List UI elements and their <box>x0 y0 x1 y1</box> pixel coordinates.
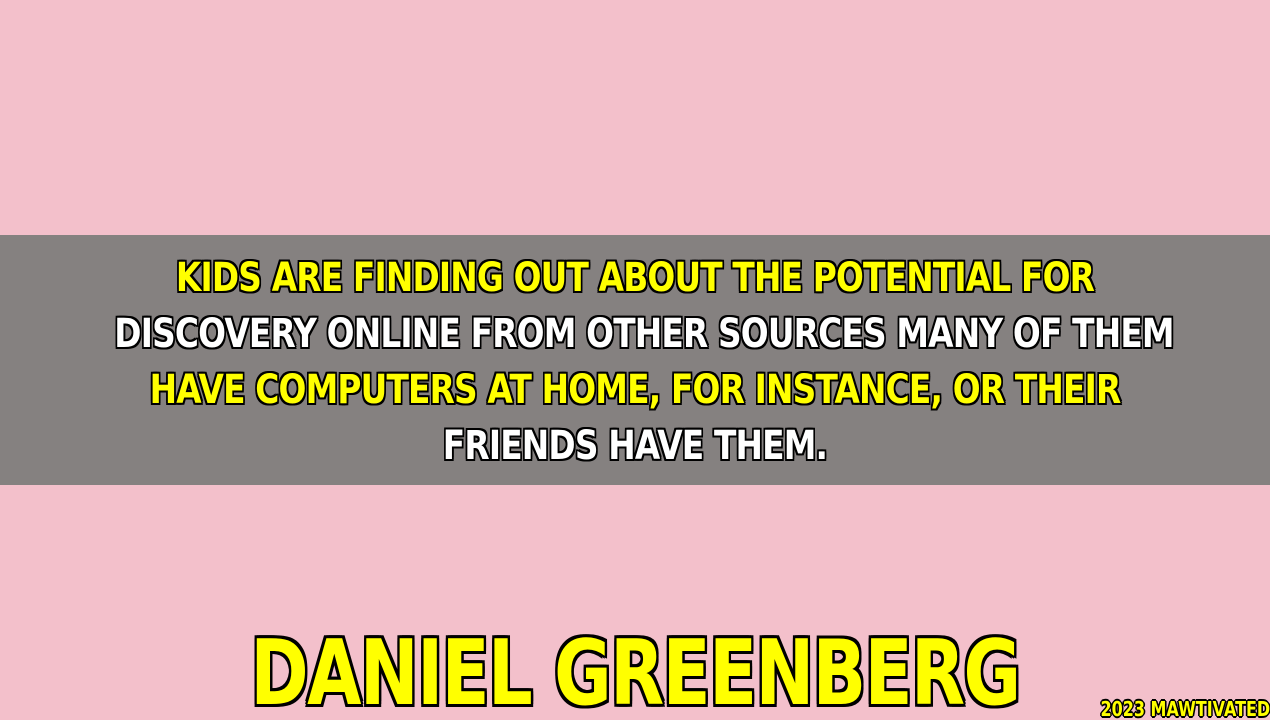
quote-line-2: DISCOVERY ONLINE FROM OTHER SOURCES MANY… <box>113 310 1175 358</box>
quote-card: KIDS ARE FINDING OUT ABOUT THE POTENTIAL… <box>0 0 1270 720</box>
quote-line-1: KIDS ARE FINDING OUT ABOUT THE POTENTIAL… <box>175 254 1096 302</box>
quote-line-3: HAVE COMPUTERS AT HOME, FOR INSTANCE, OR… <box>149 366 1122 414</box>
quote-text: KIDS ARE FINDING OUT ABOUT THE POTENTIAL… <box>113 250 1175 474</box>
author-name: DANIEL GREENBERG <box>249 621 1022 720</box>
watermark: 2023 MAWTIVATED <box>1100 697 1270 720</box>
quote-line-4: FRIENDS HAVE THEM. <box>442 422 829 470</box>
